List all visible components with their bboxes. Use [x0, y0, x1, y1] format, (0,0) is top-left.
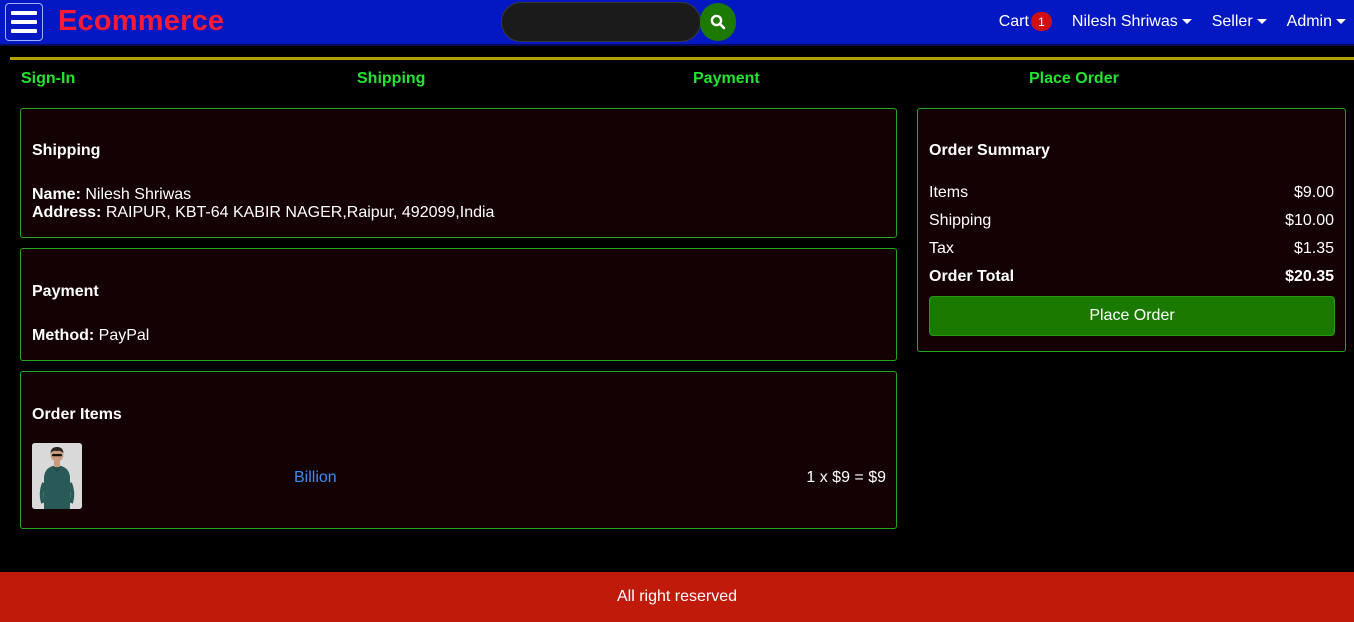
step-shipping: Shipping: [357, 70, 426, 87]
order-item-price: 1 x $9 = $9: [806, 469, 886, 486]
nav-links: Cart 1 Nilesh Shriwas Seller Admin: [999, 12, 1346, 31]
user-menu-dropdown[interactable]: Nilesh Shriwas: [1072, 13, 1192, 31]
search-input[interactable]: [501, 2, 701, 42]
shipping-address-label: Address:: [32, 204, 102, 221]
hamburger-bar: [11, 20, 37, 24]
step-payment: Payment: [693, 70, 760, 87]
shipping-address-line: Address: RAIPUR, KBT-64 KABIR NAGER,Raip…: [32, 204, 494, 222]
summary-total-label: Order Total: [929, 268, 1015, 285]
cart-label: Cart: [998, 12, 1029, 30]
top-navbar: Ecommerce Cart 1 Nilesh Shriwas Seller A…: [0, 0, 1354, 46]
payment-method-value: PayPal: [98, 327, 150, 344]
order-items-card-title: Order Items: [32, 406, 122, 423]
summary-items-value: $9.00: [1293, 184, 1334, 201]
step-place-order: Place Order: [1029, 70, 1119, 87]
payment-card-title: Payment: [32, 283, 99, 300]
search-icon: [710, 14, 726, 30]
footer-text: All right reserved: [616, 588, 738, 605]
summary-row-total: Order Total $20.35: [929, 268, 1334, 286]
seller-menu-dropdown[interactable]: Seller: [1212, 13, 1267, 31]
payment-method-label: Method:: [32, 327, 95, 344]
shipping-card-title: Shipping: [32, 142, 101, 159]
payment-method-line: Method: PayPal: [32, 327, 149, 345]
summary-total-value: $20.35: [1285, 268, 1334, 285]
shipping-name-line: Name: Nilesh Shriwas: [32, 186, 191, 204]
order-item-name-link[interactable]: Billion: [294, 469, 337, 487]
summary-shipping-value: $10.00: [1285, 212, 1334, 229]
product-image: [32, 443, 82, 509]
shipping-name-label: Name:: [32, 186, 81, 203]
checkout-steps: Sign-In Shipping Payment Place Order: [10, 57, 1354, 87]
summary-row-items: Items $9.00: [929, 184, 1334, 202]
order-summary-title: Order Summary: [929, 142, 1050, 159]
shipping-name-value: Nilesh Shriwas: [85, 186, 192, 203]
payment-card: Payment Method: PayPal: [20, 248, 897, 361]
shipping-address-value: RAIPUR, KBT-64 KABIR NAGER,Raipur, 49209…: [105, 204, 495, 221]
summary-items-label: Items: [929, 184, 969, 201]
hamburger-menu-button[interactable]: [5, 3, 43, 41]
summary-shipping-label: Shipping: [929, 212, 992, 229]
order-items-card: Order Items Billion 1 x $9 = $9: [20, 371, 897, 529]
caret-down-icon: [1181, 19, 1192, 24]
admin-menu-dropdown[interactable]: Admin: [1287, 13, 1346, 31]
hamburger-bar: [11, 29, 37, 33]
seller-menu-label: Seller: [1211, 12, 1253, 30]
summary-row-tax: Tax $1.35: [929, 240, 1334, 258]
summary-row-shipping: Shipping $10.00: [929, 212, 1334, 230]
summary-tax-value: $1.35: [1293, 240, 1334, 257]
step-sign-in: Sign-In: [21, 70, 76, 87]
place-order-page: Ecommerce Cart 1 Nilesh Shriwas Seller A…: [0, 0, 1354, 622]
shipping-card: Shipping Name: Nilesh Shriwas Address: R…: [20, 108, 897, 238]
order-summary-card: Order Summary Items $9.00 Shipping $10.0…: [917, 108, 1346, 352]
admin-menu-label: Admin: [1286, 12, 1332, 30]
summary-tax-label: Tax: [929, 240, 954, 257]
cart-link[interactable]: Cart 1: [999, 12, 1052, 31]
product-thumbnail: [32, 443, 82, 509]
hamburger-menu-icon: [11, 11, 37, 15]
cart-count-badge: 1: [1030, 12, 1052, 31]
caret-down-icon: [1256, 19, 1267, 24]
caret-down-icon: [1336, 19, 1346, 24]
brand-logo-link[interactable]: Ecommerce: [58, 5, 224, 38]
place-order-button[interactable]: Place Order: [929, 296, 1335, 336]
footer: All right reserved: [0, 572, 1354, 622]
search-button[interactable]: [700, 3, 736, 41]
user-menu-label: Nilesh Shriwas: [1071, 12, 1178, 30]
